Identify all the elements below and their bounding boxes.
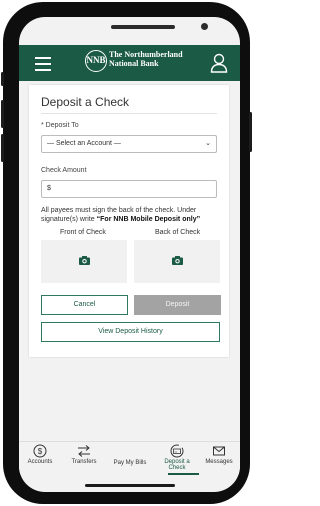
tab-label: Messages [205,459,233,465]
tab-transfers[interactable]: Transfers [63,444,105,465]
phone-screen: NNB The Northumberland National Bank Dep… [19,17,240,492]
volume-up-button [1,100,4,128]
account-select[interactable]: — Select an Account — ⌄ [41,135,217,153]
tab-deposit-a-check[interactable]: Deposit a Check [156,444,198,471]
tab-accounts[interactable]: $ Accounts [19,444,61,465]
transfer-arrows-icon [78,445,90,457]
bottom-tab-bar: $ Accounts Transfers Pay My Bills Deposi… [19,441,240,475]
active-tab-indicator [168,473,199,475]
title-divider [41,113,217,114]
deposit-button[interactable]: Deposit [134,295,221,315]
check-amount-label: Check Amount [41,167,87,174]
deposit-to-label: * Deposit To [41,122,79,129]
camera-icon [172,256,183,265]
envelope-icon [213,446,225,456]
front-camera [201,23,208,30]
volume-down-button [1,134,4,162]
tab-label: Pay My Bills [113,460,147,466]
home-indicator [85,484,175,487]
tab-label: Deposit a Check [164,459,190,471]
speaker-grille [111,25,175,29]
chevron-down-icon: ⌄ [205,140,211,147]
front-of-check-label: Front of Check [60,229,106,236]
app-header: NNB The Northumberland National Bank [19,45,240,81]
view-deposit-history-button[interactable]: View Deposit History [41,322,220,342]
user-profile-icon[interactable] [210,53,228,73]
power-button [249,112,252,152]
page-title: Deposit a Check [41,95,130,109]
phone-frame: NNB The Northumberland National Bank Dep… [1,2,252,504]
check-deposit-icon [170,444,184,458]
back-photo-capture[interactable] [134,240,220,283]
check-amount-input[interactable]: $ [41,180,217,198]
deposit-check-card: Deposit a Check * Deposit To — Select an… [29,85,229,357]
hamburger-menu-icon[interactable] [35,57,51,75]
camera-icon [79,256,90,265]
cancel-button[interactable]: Cancel [41,295,128,315]
endorsement-note-bold: “For NNB Mobile Deposit only” [96,216,201,223]
tab-messages[interactable]: Messages [198,444,240,465]
back-of-check-label: Back of Check [155,229,201,236]
bank-name: The Northumberland National Bank [109,50,183,68]
endorsement-note: All payees must sign the back of the che… [41,206,221,224]
front-photo-capture[interactable] [41,240,127,283]
bank-name-line1: The Northumberland [109,50,183,59]
mute-switch [1,72,4,86]
dollar-prefix: $ [47,185,51,192]
svg-text:$: $ [38,447,43,456]
tab-label: Accounts [27,459,53,465]
account-select-value: — Select an Account — [47,140,121,147]
bank-name-line2: National Bank [109,59,159,68]
dollar-circle-icon: $ [33,444,47,458]
tab-label: Transfers [71,459,97,465]
tab-pay-my-bills[interactable]: Pay My Bills [109,460,151,466]
bank-logo: NNB [85,50,107,72]
